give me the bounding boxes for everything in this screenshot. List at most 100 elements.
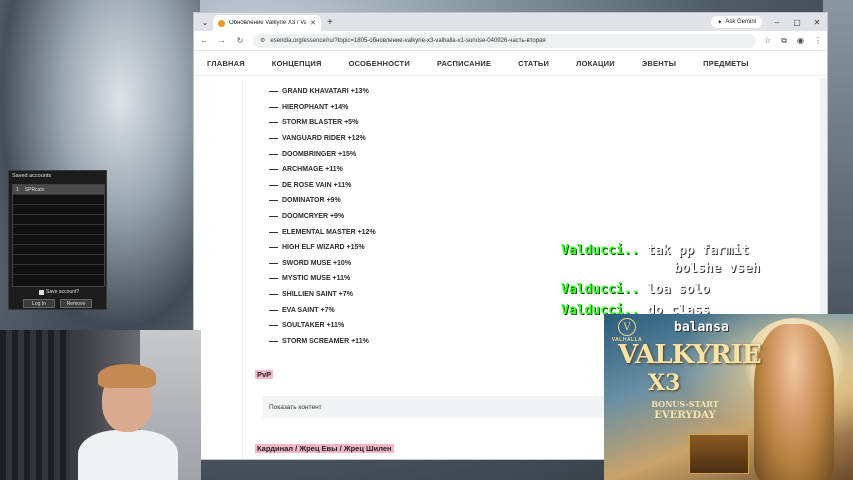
close-window-icon[interactable]: ✕ [807, 13, 827, 31]
extensions-icon[interactable]: ⧉ [781, 36, 787, 46]
dash-bullet-icon [269, 106, 278, 108]
account-row[interactable]: 1 SPRcatv [13, 185, 104, 195]
save-account-label: Save account? [46, 289, 80, 295]
account-name: SPRcatv [24, 186, 45, 193]
dash-bullet-icon [269, 278, 278, 280]
list-item: DOMINATOR +9% [269, 193, 376, 209]
list-item-text: SOULTAKER +11% [282, 322, 345, 330]
login-button[interactable]: Log In [23, 299, 55, 308]
list-item: SWORD MUSE +10% [269, 256, 376, 272]
list-item-text: HIGH ELF WIZARD +15% [282, 244, 365, 252]
list-item-text: SHILLIEN SAINT +7% [282, 291, 353, 299]
account-buttons: Log In Remove [23, 299, 92, 308]
list-item: HIGH ELF WIZARD +15% [269, 240, 376, 256]
ask-gemini-label: Ask Gemini [725, 19, 756, 25]
ad-title: VALKYRIE [618, 340, 762, 370]
remove-button[interactable]: Remove [60, 299, 92, 308]
window-controls: – ▢ ✕ [767, 13, 827, 31]
address-bar: ← → ↻ ⚙ esendia.org/essence/ru/?topic=18… [194, 31, 827, 51]
pvp-heading: PvP [255, 370, 274, 379]
class-bonus-list: GRAND KHAVATARI +13% HIEROPHANT +14% STO… [269, 84, 376, 349]
chat-text: bolshe vseh [674, 261, 761, 276]
nav-item-articles[interactable]: СТАТЬИ [518, 59, 549, 68]
nav-item-events[interactable]: ЭВЕНТЫ [642, 59, 676, 68]
acoustic-foam [0, 330, 70, 480]
nav-item-items[interactable]: ПРЕДМЕТЫ [703, 59, 749, 68]
save-account-checkbox[interactable] [39, 289, 44, 295]
gemini-sparkle-icon: ✦ [717, 19, 723, 26]
new-tab-icon[interactable]: + [327, 17, 333, 28]
list-item-text: HIEROPHANT +14% [282, 103, 349, 111]
nav-item-features[interactable]: ОСОБЕННОСТИ [349, 59, 410, 68]
list-item: SHILLIEN SAINT +7% [269, 287, 376, 303]
tab-title: Обновление Valkyrie X3 / Valha [229, 20, 306, 26]
chat-username: Valducci.. [561, 282, 640, 297]
nav-item-concept[interactable]: КОНЦЕПЦИЯ [272, 59, 322, 68]
site-navigation: ГЛАВНАЯ КОНЦЕПЦИЯ ОСОБЕННОСТИ РАСПИСАНИЕ… [194, 51, 827, 76]
nav-item-home[interactable]: ГЛАВНАЯ [207, 59, 245, 68]
bookmark-star-icon[interactable]: ☆ [764, 36, 771, 46]
chat-username: Valducci.. [561, 243, 640, 258]
minimize-icon[interactable]: – [767, 13, 787, 31]
priest-heading: Кардинал / Жрец Евы / Жрец Шилен [255, 444, 394, 453]
show-content-spoiler[interactable]: Показать контент [263, 396, 623, 418]
nav-item-locations[interactable]: ЛОКАЦИИ [576, 59, 615, 68]
dash-bullet-icon [269, 325, 278, 327]
list-item: DOOMCRYER +9% [269, 209, 376, 225]
list-item: STORM SCREAMER +11% [269, 334, 376, 350]
list-item: VANGUARD RIDER +12% [269, 131, 376, 147]
chat-message: balansa [674, 320, 729, 335]
empty-account-row [13, 245, 104, 255]
dash-bullet-icon [269, 122, 278, 124]
site-favicon-icon [218, 19, 225, 27]
list-item-text: STORM SCREAMER +11% [282, 337, 369, 345]
chat-text: balansa [674, 320, 729, 335]
toolbar-icons: ☆ ⧉ ◉ ⋮ [764, 36, 822, 46]
url-field[interactable]: ⚙ esendia.org/essence/ru/?topic=1805-обн… [253, 33, 757, 48]
close-tab-icon[interactable]: ✕ [310, 19, 316, 27]
list-item: EVA SAINT +7% [269, 302, 376, 318]
forward-icon[interactable]: → [217, 36, 227, 45]
back-icon[interactable]: ← [199, 36, 209, 45]
empty-account-row [13, 215, 104, 225]
empty-account-row [13, 255, 104, 265]
profile-icon[interactable]: ◉ [797, 36, 804, 46]
maximize-icon[interactable]: ▢ [787, 13, 807, 31]
dash-bullet-icon [269, 169, 278, 171]
chat-message: Valducci.. loa solo [561, 282, 710, 297]
ad-everyday-text: EVERYDAY [654, 410, 716, 421]
saved-accounts-title: Saved accounts [12, 173, 52, 179]
chat-message: bolshe vseh [674, 261, 760, 276]
save-account-option[interactable]: Save account? [39, 289, 79, 295]
dash-bullet-icon [269, 138, 278, 140]
empty-account-row [13, 195, 104, 205]
list-item: DOOMBRINGER +15% [269, 146, 376, 162]
list-item: GRAND KHAVATARI +13% [269, 84, 376, 100]
dash-bullet-icon [269, 294, 278, 296]
tab-search-icon[interactable]: ⌄ [197, 15, 213, 29]
list-item-text: EVA SAINT +7% [282, 306, 335, 314]
ask-gemini-button[interactable]: ✦ Ask Gemini [711, 16, 762, 28]
account-number: 1 [16, 186, 19, 193]
list-item-text: SWORD MUSE +10% [282, 259, 352, 267]
streamer-body [78, 430, 178, 480]
dash-bullet-icon [269, 262, 278, 264]
list-item-text: VANGUARD RIDER +12% [282, 135, 366, 143]
treasure-chest [689, 434, 749, 474]
nav-item-schedule[interactable]: РАСПИСАНИЕ [437, 59, 491, 68]
reload-icon[interactable]: ↻ [235, 36, 245, 45]
dash-bullet-icon [269, 184, 278, 186]
list-item-text: STORM BLASTER +5% [282, 119, 359, 127]
chat-text: tak pp farmit [647, 243, 749, 258]
list-item: HIEROPHANT +14% [269, 100, 376, 116]
ad-bonus-text: BONUS-START [651, 399, 719, 409]
browser-tab-active[interactable]: Обновление Valkyrie X3 / Valha ✕ [213, 15, 321, 31]
valkyrie-ad-banner: V VALHALLA VALKYRIE X3 BONUS-START EVERY… [604, 314, 853, 480]
empty-account-row [13, 205, 104, 215]
site-info-icon[interactable]: ⚙ [260, 37, 265, 44]
ad-character [754, 324, 834, 480]
list-item-text: ELEMENTAL MASTER +12% [282, 228, 376, 236]
empty-account-row [13, 235, 104, 245]
list-item: ELEMENTAL MASTER +12% [269, 224, 376, 240]
menu-icon[interactable]: ⋮ [814, 36, 822, 46]
